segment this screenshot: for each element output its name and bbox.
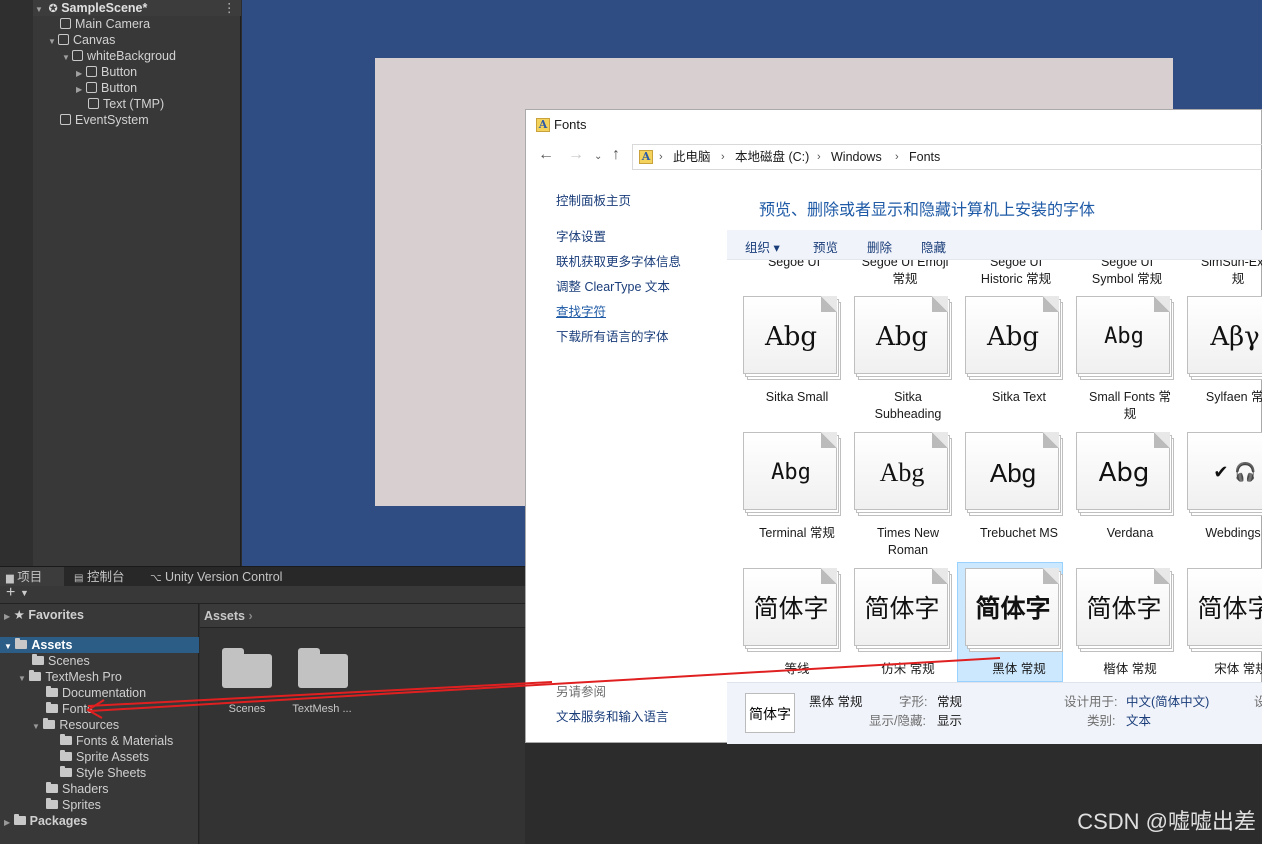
drag-arrow-icon	[86, 657, 1001, 719]
drag-arrow-overlay	[86, 657, 1001, 719]
csdn-watermark: CSDN @嘘嘘出差	[1077, 809, 1256, 834]
